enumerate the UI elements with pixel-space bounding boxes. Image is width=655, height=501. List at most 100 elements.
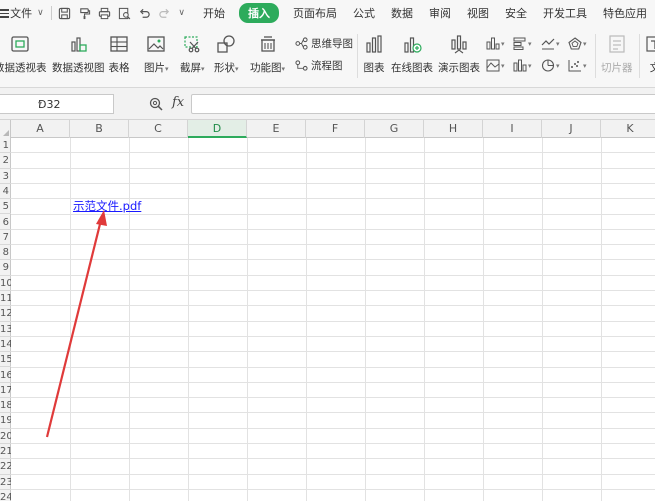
column-header-f[interactable]: F [306,120,365,138]
column-header-i[interactable]: I [483,120,542,138]
mindmap-button[interactable]: 思维导图 [295,36,353,51]
row-header[interactable]: 10 [0,276,11,291]
pivot-chart-button[interactable]: 数据透视图 [52,34,105,75]
row-header[interactable]: 2 [0,153,11,169]
stock-chart-icon [513,59,527,72]
area-chart-type-button[interactable]: ▾ [486,59,505,72]
row-header[interactable]: 12 [0,306,11,322]
undo-icon[interactable] [138,6,151,20]
row-header[interactable]: 3 [0,169,11,184]
format-painter-icon[interactable] [78,6,91,20]
row-header[interactable]: 16 [0,368,11,383]
row-header[interactable]: 11 [0,291,11,307]
radar-chart-type-button[interactable]: ▾ [568,37,587,50]
line-chart-icon [541,38,555,50]
tab-data[interactable]: 数据 [391,5,413,21]
radar-chart-icon [568,37,582,50]
row-header[interactable]: 21 [0,444,11,460]
tab-review[interactable]: 审阅 [429,5,451,21]
menu-icon[interactable] [0,8,9,18]
row-header[interactable]: 19 [0,413,11,429]
row-header[interactable]: 17 [0,383,11,399]
line-chart-type-button[interactable]: ▾ [541,37,560,50]
row-header[interactable]: 9 [0,260,11,276]
tab-page-layout[interactable]: 页面布局 [293,5,337,21]
grid-line [11,488,655,490]
file-menu[interactable]: 文件 [10,5,32,21]
row-header[interactable]: 1 [0,138,11,154]
screenshot-label: 截屏▾ [180,62,205,74]
column-header-k[interactable]: K [601,120,655,138]
table-button[interactable]: 表格 [108,34,130,75]
tab-developer[interactable]: 开发工具 [543,5,587,21]
slicer-button[interactable]: 切片器 [601,34,633,75]
row-header[interactable]: 18 [0,398,11,414]
select-all-corner[interactable] [0,120,11,138]
row-header[interactable]: 22 [0,459,11,475]
pie-chart-type-button[interactable]: ▾ [541,59,560,72]
slicer-label: 切片器 [601,62,633,74]
zoom-icon[interactable] [149,97,163,111]
shape-button[interactable]: 形状▾ [214,34,239,75]
column-header-e[interactable]: E [247,120,306,138]
row-header[interactable]: 4 [0,184,11,200]
column-chart-type-button[interactable]: ▾ [486,37,505,50]
save-icon[interactable] [58,6,71,20]
grid-line [129,138,130,501]
scatter-chart-type-button[interactable]: ▾ [568,59,587,72]
chevron-down-icon[interactable]: ∨ [37,8,44,18]
shape-label: 形状▾ [214,62,239,74]
tab-security[interactable]: 安全 [505,5,527,21]
worksheet-grid[interactable]: A B C D E F G H I J K 123456789101112131… [0,120,655,501]
chart-button[interactable]: 图表 [363,34,385,75]
bar-chart-type-button[interactable]: ▾ [513,37,532,50]
pdf-hyperlink[interactable]: 示范文件.pdf [73,198,141,214]
row-header[interactable]: 15 [0,352,11,368]
name-box[interactable]: D32 ▾ [0,94,114,114]
tab-special-apps[interactable]: 特色应用 [603,5,647,21]
tab-home[interactable]: 开始 [203,5,225,21]
row-header[interactable]: 23 [0,475,11,490]
cell-area[interactable] [11,138,655,501]
column-header-g[interactable]: G [365,120,424,138]
column-header-c[interactable]: C [129,120,188,138]
pivot-table-icon [9,34,31,54]
grid-line [11,427,655,429]
column-header-a[interactable]: A [11,120,70,138]
redo-icon[interactable] [158,6,171,20]
insert-function-icon[interactable]: fx [172,95,184,110]
picture-label: 图片▾ [144,62,169,74]
pivot-table-button[interactable]: 数据透视表 [0,34,47,75]
chevron-down-icon[interactable]: ▾ [38,99,109,108]
online-chart-button[interactable]: 在线图表 [391,34,433,75]
print-icon[interactable] [98,6,111,20]
column-header-b[interactable]: B [70,120,129,138]
stock-chart-type-button[interactable]: ▾ [513,59,532,72]
column-header-d[interactable]: D [188,120,247,138]
tab-insert[interactable]: 插入 [239,3,279,23]
row-header[interactable]: 7 [0,230,11,246]
row-header[interactable]: 24 [0,490,11,501]
row-header[interactable]: 20 [0,429,11,444]
row-header[interactable]: 6 [0,215,11,230]
grid-line [11,335,655,337]
grid-line [11,381,655,383]
demo-chart-button[interactable]: 演示图表 [438,34,480,75]
flowchart-label: 流程图 [311,60,343,72]
row-header[interactable]: 13 [0,322,11,337]
text-box-button[interactable]: 文 [644,34,655,75]
column-header-j[interactable]: J [542,120,601,138]
column-header-h[interactable]: H [424,120,483,138]
tab-formulas[interactable]: 公式 [353,5,375,21]
quick-access-customize-icon[interactable]: ∨ [178,8,185,18]
flowchart-button[interactable]: 流程图 [295,58,343,73]
row-header[interactable]: 8 [0,245,11,261]
row-header[interactable]: 5 [0,199,11,215]
print-preview-icon[interactable] [118,6,131,20]
row-header[interactable]: 14 [0,337,11,353]
picture-button[interactable]: 图片▾ [144,34,169,75]
function-chart-button[interactable]: 功能图▾ [250,34,285,75]
screenshot-button[interactable]: 截屏▾ [180,34,205,75]
formula-input[interactable] [191,94,655,114]
tab-view[interactable]: 视图 [467,5,489,21]
